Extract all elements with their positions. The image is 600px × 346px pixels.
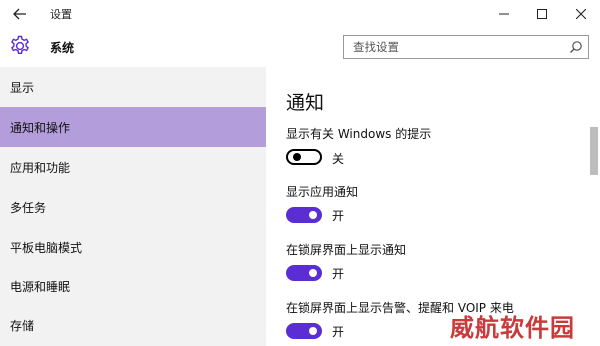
sidebar-item-label: 存储: [10, 318, 35, 333]
sidebar-item-label: 应用和功能: [10, 160, 71, 175]
back-arrow-icon: [13, 8, 26, 20]
main-content: 通知 显示有关 Windows 的提示 关 显示应用通知 开 在锁屏界面上显示通…: [266, 67, 600, 346]
setting-label-lockscreen-notifications: 在锁屏界面上显示通知: [286, 243, 407, 257]
setting-label-app-notifications: 显示应用通知: [286, 185, 359, 199]
toggle-knob: [309, 269, 317, 277]
toggle-state-label: 关: [332, 152, 345, 166]
app-title: 设置: [50, 8, 72, 21]
sidebar-item-label: 显示: [10, 80, 35, 95]
sidebar-item-display[interactable]: 显示: [0, 67, 266, 107]
sidebar-item-power-sleep[interactable]: 电源和睡眠: [0, 266, 266, 306]
toggle-state-label: 开: [332, 325, 345, 339]
toggle-app-notifications[interactable]: [286, 207, 322, 223]
toggle-knob: [309, 327, 317, 335]
toggle-state-label: 开: [332, 267, 345, 281]
toggle-knob: [309, 211, 317, 219]
sidebar-item-storage[interactable]: 存储: [0, 305, 266, 345]
sidebar-item-label: 多任务: [10, 200, 47, 215]
toggle-state-label: 开: [332, 209, 345, 223]
toggle-lockscreen-alarms[interactable]: [286, 323, 322, 339]
section-title: 通知: [286, 92, 325, 114]
sidebar-item-multitasking[interactable]: 多任务: [0, 187, 266, 227]
back-button[interactable]: [8, 3, 32, 25]
sidebar-item-notifications[interactable]: 通知和操作: [0, 107, 266, 147]
search-box[interactable]: [343, 35, 589, 59]
sidebar: 显示 通知和操作 应用和功能 多任务 平板电脑模式 电源和睡眠 存储: [0, 67, 266, 346]
close-button[interactable]: [566, 0, 596, 28]
minimize-button[interactable]: [489, 0, 519, 28]
sidebar-item-label: 电源和睡眠: [10, 279, 71, 294]
title-bar: 设置: [0, 0, 600, 28]
sidebar-item-label: 平板电脑模式: [10, 240, 83, 255]
page-header: 系统: [0, 28, 600, 67]
minimize-icon: [499, 13, 509, 15]
toggle-windows-tips[interactable]: [286, 149, 322, 165]
search-input[interactable]: [344, 36, 564, 58]
toggle-lockscreen-notifications[interactable]: [286, 265, 322, 281]
toggle-knob: [293, 153, 301, 161]
maximize-icon: [537, 9, 547, 19]
search-icon[interactable]: [569, 40, 583, 54]
close-icon: [576, 9, 586, 19]
sidebar-item-apps[interactable]: 应用和功能: [0, 147, 266, 187]
scrollbar[interactable]: [587, 67, 600, 346]
setting-label-windows-tips: 显示有关 Windows 的提示: [286, 127, 432, 141]
maximize-button[interactable]: [527, 0, 557, 28]
watermark: 威航软件园: [450, 314, 575, 342]
page-title: 系统: [50, 41, 75, 55]
gear-icon: [11, 35, 29, 54]
scrollbar-thumb[interactable]: [590, 127, 598, 175]
sidebar-item-tablet-mode[interactable]: 平板电脑模式: [0, 227, 266, 267]
sidebar-item-label: 通知和操作: [10, 120, 71, 135]
